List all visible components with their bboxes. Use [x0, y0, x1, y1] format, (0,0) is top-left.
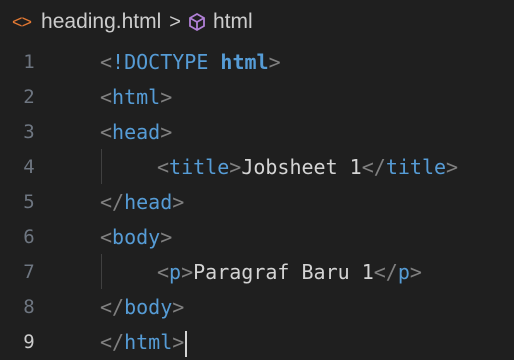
code-content: <!DOCTYPE html>	[100, 45, 281, 80]
line-number: 7	[23, 261, 35, 283]
code-editor[interactable]: 1 <!DOCTYPE html> 2 <html> 3 <head> 4 <t…	[0, 44, 514, 358]
tag-name: head	[124, 190, 173, 214]
line-number: 5	[23, 191, 35, 213]
punctuation: <	[100, 50, 113, 74]
punctuation: <	[100, 120, 113, 144]
code-line[interactable]: 5 </head>	[0, 185, 514, 220]
code-content: <head>	[100, 115, 172, 150]
punctuation: </	[100, 295, 125, 319]
breadcrumb-separator: >	[169, 10, 181, 33]
punctuation: >	[409, 260, 422, 284]
breadcrumb-symbol-name[interactable]: html	[213, 10, 253, 34]
cube-icon	[187, 12, 207, 32]
tag-name: title	[385, 155, 447, 179]
punctuation: </	[373, 260, 398, 284]
code-line[interactable]: 2 <html>	[0, 80, 514, 115]
line-number: 2	[23, 86, 35, 108]
punctuation: >	[172, 190, 185, 214]
code-line[interactable]: 3 <head>	[0, 115, 514, 150]
tag-name: html	[124, 330, 173, 354]
code-line[interactable]: 1 <!DOCTYPE html>	[0, 45, 514, 80]
text-cursor	[185, 330, 188, 357]
code-line[interactable]: 4 <title>Jobsheet 1</title>	[0, 150, 514, 185]
line-number: 6	[23, 226, 35, 248]
text-content: Jobsheet 1	[241, 155, 362, 179]
punctuation: >	[446, 155, 459, 179]
tag-name: body	[112, 225, 161, 249]
code-content: <p>Paragraf Baru 1</p>	[157, 255, 422, 290]
punctuation: <	[100, 85, 113, 109]
punctuation: </	[100, 330, 125, 354]
punctuation: >	[172, 295, 185, 319]
tag-name: html	[112, 85, 161, 109]
breadcrumb: <> heading.html > html	[0, 0, 514, 44]
punctuation: </	[361, 155, 386, 179]
code-content: <body>	[100, 220, 172, 255]
tag-name: body	[124, 295, 173, 319]
doctype: !DOCTYPE	[112, 50, 209, 74]
punctuation: >	[160, 85, 173, 109]
code-content: <title>Jobsheet 1</title>	[157, 150, 458, 185]
html-file-icon: <>	[12, 11, 32, 32]
punctuation: <	[157, 260, 170, 284]
tag-name: p	[397, 260, 410, 284]
breadcrumb-file-name[interactable]: heading.html	[41, 10, 161, 34]
line-number: 1	[23, 51, 35, 73]
line-number: 9	[23, 331, 35, 353]
tag-name: p	[169, 260, 182, 284]
punctuation: </	[100, 190, 125, 214]
code-content: </head>	[100, 185, 184, 220]
code-content: <html>	[100, 80, 172, 115]
doctype-keyword: html	[220, 50, 269, 74]
code-line-active[interactable]: 9 </html>	[0, 325, 514, 360]
line-number: 4	[23, 156, 35, 178]
punctuation: <	[100, 225, 113, 249]
punctuation: >	[268, 50, 281, 74]
tag-name: head	[112, 120, 161, 144]
punctuation: >	[160, 225, 173, 249]
code-content: </body>	[100, 290, 184, 325]
punctuation: >	[229, 155, 242, 179]
punctuation: <	[157, 155, 170, 179]
tag-name: title	[169, 155, 230, 179]
punctuation: >	[181, 260, 194, 284]
line-number: 8	[23, 296, 35, 318]
punctuation: >	[172, 330, 185, 354]
code-line[interactable]: 8 </body>	[0, 290, 514, 325]
code-content: </html>	[100, 325, 188, 360]
text-content: Paragraf Baru 1	[193, 260, 374, 284]
code-line[interactable]: 7 <p>Paragraf Baru 1</p>	[0, 255, 514, 290]
code-line[interactable]: 6 <body>	[0, 220, 514, 255]
line-number: 3	[23, 121, 35, 143]
punctuation: >	[160, 120, 173, 144]
